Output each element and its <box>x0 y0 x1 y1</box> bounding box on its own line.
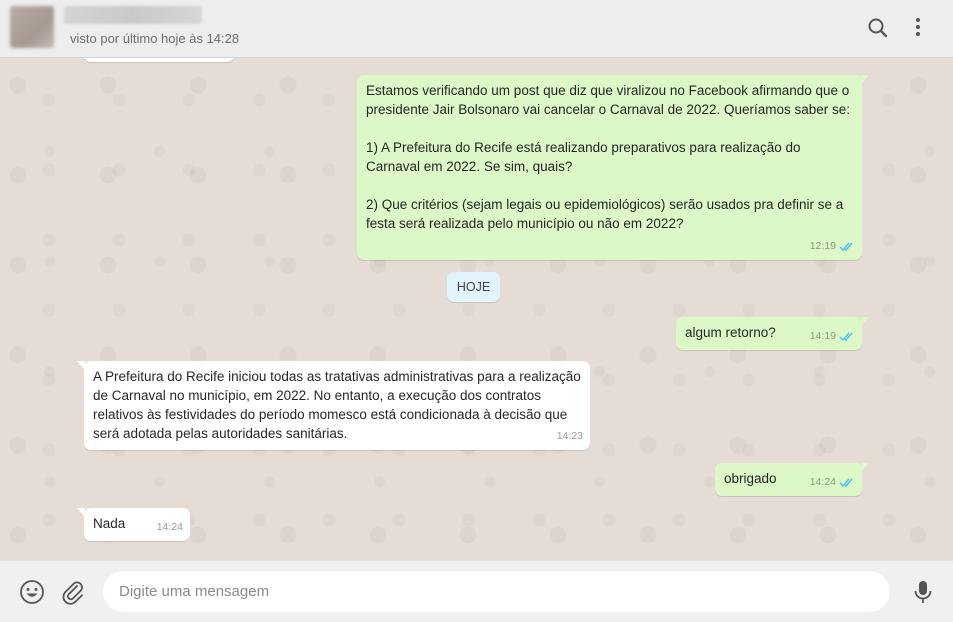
search-icon[interactable] <box>866 14 890 42</box>
microphone-icon[interactable] <box>910 579 936 605</box>
message-time: 12:19 <box>809 240 836 252</box>
message-time: 14:23 <box>556 430 583 442</box>
message-text: A Prefeitura do Recife iniciou todas as … <box>93 369 581 441</box>
chat-message-area[interactable]: Estamos verificando um post que diz que … <box>0 58 953 561</box>
day-separator: HOJE <box>447 272 500 302</box>
message-time: 14:24 <box>156 521 183 533</box>
message-time: 14:24 <box>809 476 836 488</box>
last-seen-status: visto por último hoje às 14:28 <box>70 31 240 46</box>
double-check-icon <box>839 478 853 488</box>
menu-dots-icon[interactable] <box>906 14 930 42</box>
message-incoming[interactable]: Nada 14:24 <box>77 508 190 541</box>
message-outgoing[interactable]: Estamos verificando um post que diz que … <box>357 75 869 260</box>
message-meta: 14:19 <box>810 327 855 346</box>
message-outgoing[interactable]: obrigado 14:24 <box>715 463 869 496</box>
double-check-icon <box>839 332 853 342</box>
double-check-icon <box>839 242 853 252</box>
contact-avatar[interactable] <box>10 6 54 48</box>
chat-header: visto por último hoje às 14:28 <box>0 0 953 58</box>
message-outgoing[interactable]: algum retorno? 14:19 <box>676 317 869 350</box>
message-meta: 14:23 <box>557 427 583 446</box>
message-text: Estamos verificando um post que diz que … <box>366 83 851 231</box>
message-meta: 14:24 <box>157 518 183 537</box>
message-input[interactable] <box>103 571 890 612</box>
message-composer <box>0 561 953 622</box>
message-meta: 12:19 <box>810 237 855 256</box>
previous-message-fragment <box>84 58 234 62</box>
contact-name-blurred[interactable] <box>64 6 202 24</box>
attach-icon[interactable] <box>60 579 86 605</box>
message-incoming[interactable]: A Prefeitura do Recife iniciou todas as … <box>77 361 590 450</box>
message-meta: 14:24 <box>810 473 855 492</box>
message-time: 14:19 <box>809 330 836 342</box>
emoji-icon[interactable] <box>19 579 45 605</box>
